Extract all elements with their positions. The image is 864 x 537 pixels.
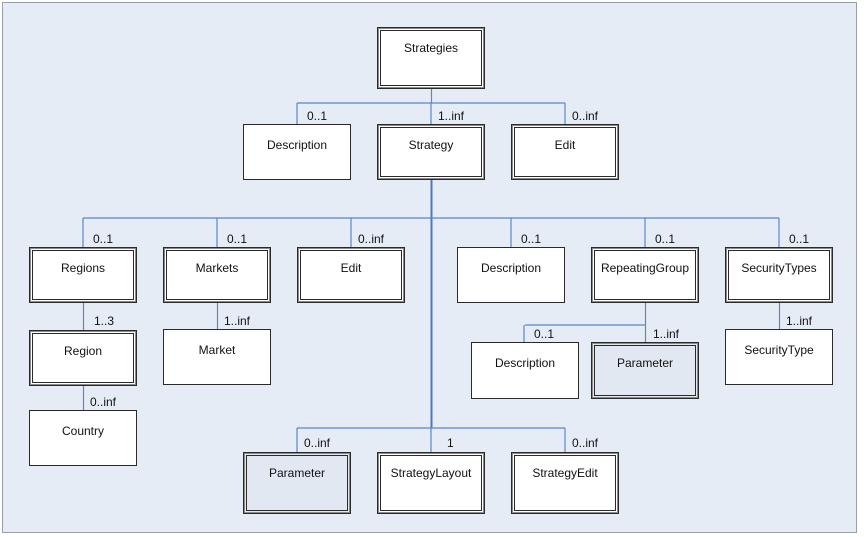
- node-rg-description[interactable]: Description: [471, 342, 579, 399]
- node-label: Region: [63, 344, 103, 358]
- node-strategy[interactable]: Strategy: [377, 124, 485, 180]
- node-region[interactable]: Region: [29, 330, 137, 386]
- node-label: Edit: [554, 138, 576, 152]
- node-rg-parameter[interactable]: Parameter: [591, 342, 699, 399]
- node-label: RepeatingGroup: [600, 261, 690, 275]
- node-label: Description: [494, 356, 556, 370]
- node-edit-top[interactable]: Edit: [511, 124, 619, 180]
- cardinality-strategy: 1..inf: [438, 109, 465, 123]
- cardinality-country: 0..inf: [90, 395, 117, 409]
- cardinality-description-mid: 0..1: [521, 232, 542, 246]
- node-security-types[interactable]: SecurityTypes: [725, 247, 833, 303]
- node-label: Description: [266, 138, 328, 152]
- node-label: StrategyEdit: [532, 466, 598, 480]
- cardinality-description-top: 0..1: [307, 109, 328, 123]
- node-label: Strategies: [403, 41, 459, 55]
- node-label: Strategy: [408, 138, 454, 152]
- node-country[interactable]: Country: [29, 410, 137, 466]
- cardinality-region: 1..3: [94, 314, 115, 328]
- node-description-mid[interactable]: Description: [457, 247, 565, 303]
- node-label: Edit: [340, 261, 362, 275]
- node-label: Parameter: [616, 356, 674, 370]
- node-market[interactable]: Market: [163, 329, 271, 385]
- node-markets[interactable]: Markets: [163, 247, 271, 303]
- cardinality-rg-description: 0..1: [534, 327, 555, 341]
- node-security-type[interactable]: SecurityType: [725, 329, 833, 385]
- node-label: Regions: [60, 261, 106, 275]
- cardinality-parameter: 0..inf: [304, 436, 331, 450]
- node-label: Parameter: [268, 466, 326, 480]
- node-label: Market: [198, 343, 236, 357]
- cardinality-edit-mid: 0..inf: [358, 232, 385, 246]
- node-strategy-edit[interactable]: StrategyEdit: [511, 452, 619, 514]
- node-parameter[interactable]: Parameter: [243, 452, 351, 514]
- cardinality-repeating-group: 0..1: [655, 232, 676, 246]
- node-label: SecurityType: [744, 343, 814, 357]
- cardinality-regions: 0..1: [93, 232, 114, 246]
- cardinality-strategy-edit: 0..inf: [572, 436, 599, 450]
- cardinality-market: 1..inf: [224, 314, 251, 328]
- node-repeating-group[interactable]: RepeatingGroup: [591, 247, 699, 303]
- node-edit-mid[interactable]: Edit: [297, 247, 405, 303]
- node-label: Markets: [195, 261, 239, 275]
- cardinality-edit-top: 0..inf: [572, 109, 599, 123]
- node-label: StrategyLayout: [390, 466, 472, 480]
- cardinality-security-type: 1..inf: [786, 314, 813, 328]
- node-regions[interactable]: Regions: [29, 247, 137, 303]
- node-description-top[interactable]: Description: [243, 124, 351, 180]
- node-strategy-layout[interactable]: StrategyLayout: [377, 452, 485, 514]
- cardinality-strategy-layout: 1: [447, 436, 454, 450]
- cardinality-security-types: 0..1: [789, 232, 810, 246]
- node-label: SecurityTypes: [741, 261, 817, 275]
- node-label: Description: [480, 261, 542, 275]
- cardinality-rg-parameter: 1..inf: [653, 327, 680, 341]
- node-label: Country: [61, 424, 105, 438]
- node-strategies[interactable]: Strategies: [377, 27, 485, 89]
- cardinality-markets: 0..1: [227, 232, 248, 246]
